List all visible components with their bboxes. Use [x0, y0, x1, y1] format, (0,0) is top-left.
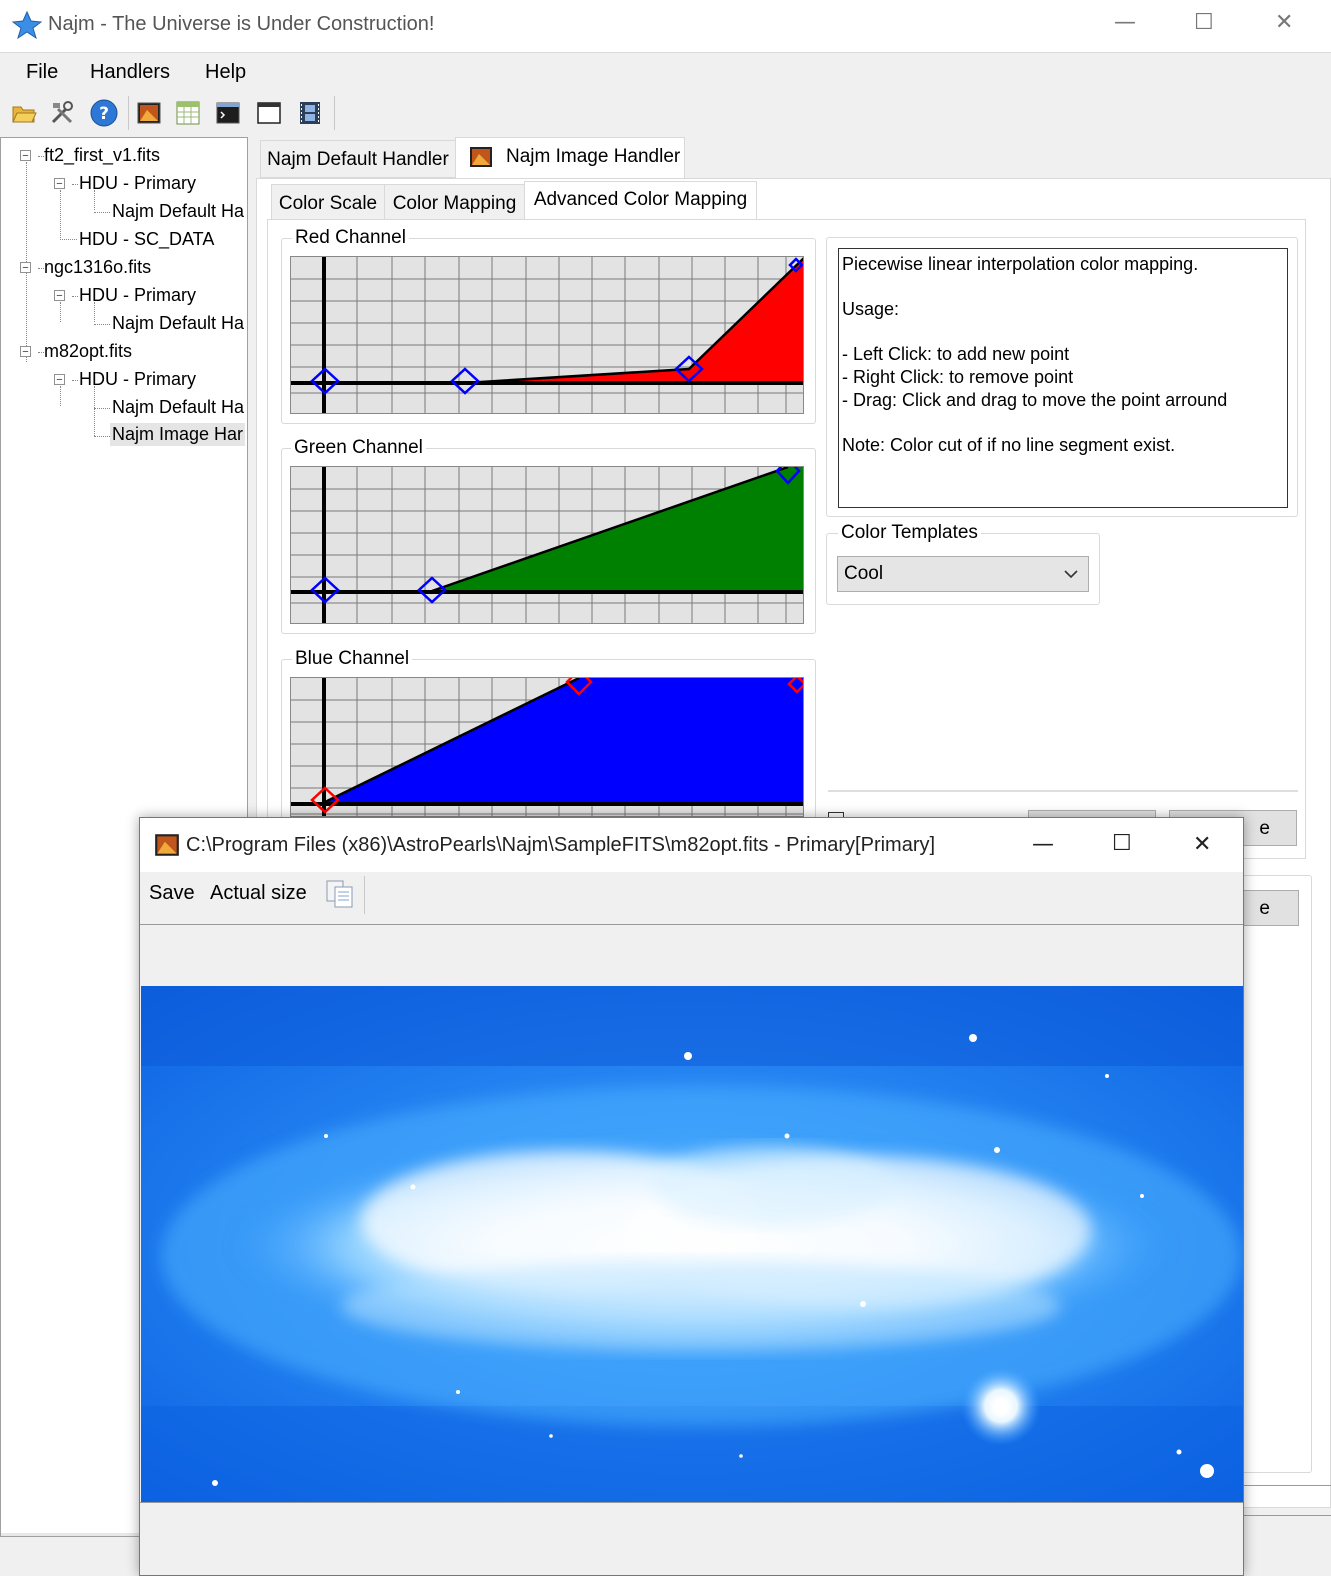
collapse-toggle[interactable]: −	[20, 262, 31, 274]
green-channel-label: Green Channel	[291, 437, 426, 459]
tree-item-hdu[interactable]: HDU - Primary	[79, 369, 196, 390]
minimize-button[interactable]: —	[1032, 832, 1054, 857]
fits-image[interactable]	[141, 986, 1243, 1502]
maximize-button[interactable]: ☐	[1194, 10, 1214, 35]
tree-item-handler[interactable]: Najm Default Ha	[112, 397, 244, 418]
tab-color-scale[interactable]: Color Scale	[271, 184, 385, 220]
usage-line: Usage:	[842, 299, 900, 319]
red-channel-label: Red Channel	[292, 227, 409, 249]
tree-item-handler[interactable]: Najm Default Ha	[112, 201, 244, 222]
svg-text:?: ?	[99, 104, 109, 124]
usage-line: - Right Click: to remove point	[842, 367, 1074, 387]
app-title: Najm - The Universe is Under Constructio…	[48, 13, 435, 35]
image-icon	[470, 147, 492, 167]
image-window[interactable]: C:\Program Files (x86)\AstroPearls\Najm\…	[139, 817, 1244, 1576]
collapse-toggle[interactable]: −	[54, 374, 65, 386]
close-button[interactable]: ✕	[1193, 832, 1211, 857]
actual-size-button[interactable]: Actual size	[210, 882, 307, 905]
najm-star-icon	[12, 10, 42, 40]
console-icon[interactable]	[215, 100, 241, 126]
collapse-toggle[interactable]: −	[20, 150, 31, 162]
tab-default-handler[interactable]: Najm Default Handler	[260, 140, 456, 178]
tree-item-hdu[interactable]: HDU - SC_DATA	[79, 229, 214, 250]
image-icon	[155, 834, 179, 856]
save-button[interactable]: Save	[149, 882, 195, 905]
menu-handlers[interactable]: Handlers	[90, 61, 170, 84]
tab-image-handler[interactable]: Najm Image Handler	[455, 137, 685, 179]
collapse-toggle[interactable]: −	[54, 178, 65, 190]
tab-color-mapping[interactable]: Color Mapping	[384, 184, 525, 220]
color-templates-label: Color Templates	[838, 522, 981, 544]
open-folder-icon[interactable]	[11, 100, 37, 126]
help-icon[interactable]: ?	[89, 98, 119, 128]
maximize-button[interactable]: ☐	[1112, 831, 1132, 856]
table-icon[interactable]	[175, 100, 201, 126]
toolbar: ?	[0, 92, 1331, 136]
tab-advanced-color-mapping[interactable]: Advanced Color Mapping	[524, 181, 757, 221]
green-channel-graph[interactable]	[290, 466, 804, 624]
chevron-down-icon	[1064, 570, 1078, 579]
color-template-select[interactable]: Cool	[837, 556, 1089, 592]
usage-line: Piecewise linear interpolation color map…	[842, 254, 1199, 274]
usage-line: - Left Click: to add new point	[842, 344, 1070, 364]
menu-bar: File Handlers Help	[0, 53, 1331, 91]
usage-line: Note: Color cut of if no line segment ex…	[842, 435, 1176, 455]
tree-item-file[interactable]: m82opt.fits	[44, 341, 132, 362]
color-template-value: Cool	[844, 563, 884, 584]
image-window-title: C:\Program Files (x86)\AstroPearls\Najm\…	[186, 834, 936, 856]
image-icon[interactable]	[136, 100, 162, 126]
usage-textbox: Piecewise linear interpolation color map…	[838, 248, 1288, 508]
blue-channel-graph[interactable]	[290, 677, 804, 817]
tree-item-handler[interactable]: Najm Default Ha	[112, 313, 244, 334]
menu-help[interactable]: Help	[205, 61, 246, 84]
tools-icon[interactable]	[49, 100, 75, 126]
tree-item-file[interactable]: ngc1316o.fits	[44, 257, 151, 278]
collapse-toggle[interactable]: −	[20, 346, 31, 358]
divider	[1244, 1485, 1331, 1486]
image-window-title-bar: C:\Program Files (x86)\AstroPearls\Najm\…	[140, 818, 1243, 872]
tree-item-hdu[interactable]: HDU - Primary	[79, 173, 196, 194]
red-channel-graph[interactable]	[290, 256, 804, 414]
tree-item-file[interactable]: ft2_first_v1.fits	[44, 145, 160, 166]
film-icon[interactable]	[297, 100, 323, 126]
collapse-toggle[interactable]: −	[54, 290, 65, 302]
scroll-left-arrow[interactable]: <	[11, 1536, 24, 1537]
divider	[828, 790, 1298, 792]
tree-item-handler-selected[interactable]: Najm Image Har	[110, 423, 246, 446]
usage-line: - Drag: Click and drag to move the point…	[842, 390, 1228, 410]
blue-channel-label: Blue Channel	[292, 648, 413, 670]
close-button[interactable]: ✕	[1275, 10, 1293, 35]
divider	[1244, 1515, 1331, 1516]
tab-image-handler-label: Najm Image Handler	[506, 146, 681, 167]
window-icon[interactable]	[256, 100, 282, 126]
main-title-bar: Najm - The Universe is Under Constructio…	[0, 0, 1331, 53]
minimize-button[interactable]: —	[1114, 10, 1136, 35]
menu-file[interactable]: File	[26, 61, 58, 84]
copy-icon[interactable]	[324, 878, 356, 910]
tree-item-hdu[interactable]: HDU - Primary	[79, 285, 196, 306]
